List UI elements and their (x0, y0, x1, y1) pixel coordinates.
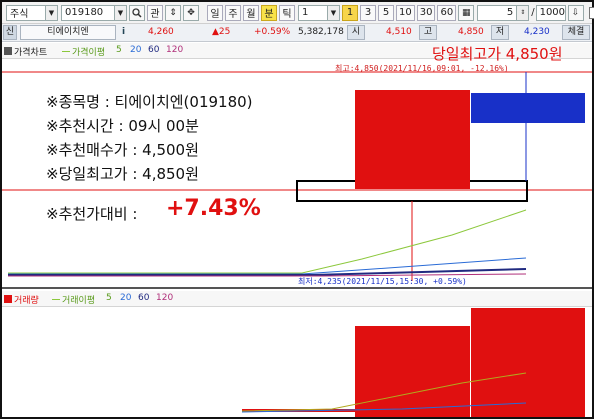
stepper-icon[interactable]: ⇕ (517, 4, 530, 21)
export-icon[interactable]: ⇩ (567, 4, 584, 21)
market-select[interactable]: 주식 (6, 4, 46, 21)
headline-high: 당일최고가 4,850원 (432, 45, 563, 63)
rec-ratio-label: ※추천가대비 : (46, 205, 138, 223)
period-week-button[interactable]: 주 (225, 4, 241, 21)
rec-price: ※추천매수가 : 4,500원 (46, 141, 199, 159)
chevron-down-icon[interactable]: ▼ (328, 4, 340, 21)
high-value: 4,850 (458, 27, 484, 37)
rec-ratio-value: +7.43% (166, 196, 261, 221)
trade-button[interactable]: 체결 (562, 25, 590, 40)
change-rate: +0.59% (254, 27, 291, 37)
interval-10-button[interactable]: 10 (396, 4, 415, 21)
volume-chart-panel[interactable]: 거래량 거래이평 5 20 60 120 (2, 291, 592, 417)
candle-down (471, 93, 585, 123)
info-icon[interactable]: i (122, 27, 125, 37)
count-input[interactable]: 5 (477, 4, 518, 21)
open-value: 4,510 (386, 27, 412, 37)
ma60-line (8, 268, 527, 276)
interval-30-button[interactable]: 30 (416, 4, 436, 21)
credit-tag: 신 (3, 25, 17, 40)
volume-chart-svg (241, 308, 585, 417)
watch-button[interactable]: 관 (147, 4, 163, 21)
price-chart-panel[interactable]: 가격차트 가격이평 5 20 60 120 당일최고가 4,850원 최고:4,… (2, 43, 592, 289)
low-marker-label: 최저:4,235(2021/11/15,15:30, +0.59%) (298, 277, 467, 286)
stock-name[interactable]: 티에이치엔 (20, 25, 116, 40)
amount-input[interactable]: 1000 (535, 4, 566, 21)
price-change: ▲25 (212, 27, 231, 37)
candle-up (355, 90, 470, 189)
today-checkbox[interactable] (588, 6, 594, 19)
period-month-button[interactable]: 월 (243, 4, 259, 21)
period-day-button[interactable]: 일 (207, 4, 223, 21)
volume-bar (355, 326, 470, 417)
chevron-down-icon[interactable]: ▼ (46, 4, 58, 21)
rec-name: ※종목명 : 티에이치엔(019180) (46, 93, 253, 111)
period-tick-button[interactable]: 틱 (279, 4, 295, 21)
interval-60-button[interactable]: 60 (437, 4, 457, 21)
interval-3-button[interactable]: 3 (360, 4, 376, 21)
rec-high: ※당일최고가 : 4,850원 (46, 165, 199, 183)
volume-bar (471, 308, 585, 417)
open-label: 시 (347, 25, 365, 40)
spin-icon[interactable]: ⇕ (165, 4, 181, 21)
search-icon[interactable] (129, 4, 145, 21)
high-marker-label: 최고:4,850(2021/11/16,09:01, -12.16%) (335, 64, 509, 73)
rec-time: ※추천시간 : 09시 00분 (46, 117, 199, 135)
code-input[interactable]: 019180 (61, 4, 115, 21)
toolbar: 주식 ▼ 019180 ▼ 관 ⇕ ✥ 일 주 월 분 틱 1 ▼ 1 3 5 … (2, 2, 594, 24)
interval-1-button[interactable]: 1 (342, 4, 358, 21)
settings-icon[interactable]: ✥ (183, 4, 199, 21)
period-minute-button[interactable]: 분 (261, 4, 277, 21)
interval-input[interactable]: 1 (298, 4, 328, 21)
volume-value: 5,382,178 (298, 27, 344, 37)
quote-bar: 신 티에이치엔 i 4,260 ▲25 +0.59% 5,382,178 시 4… (2, 24, 592, 42)
current-price: 4,260 (148, 27, 174, 37)
chevron-down-icon[interactable]: ▼ (115, 4, 127, 21)
low-value: 4,230 (524, 27, 550, 37)
high-label: 고 (419, 25, 437, 40)
interval-5-button[interactable]: 5 (378, 4, 394, 21)
calendar-icon[interactable]: ▦ (458, 4, 475, 21)
low-label: 저 (491, 25, 509, 40)
